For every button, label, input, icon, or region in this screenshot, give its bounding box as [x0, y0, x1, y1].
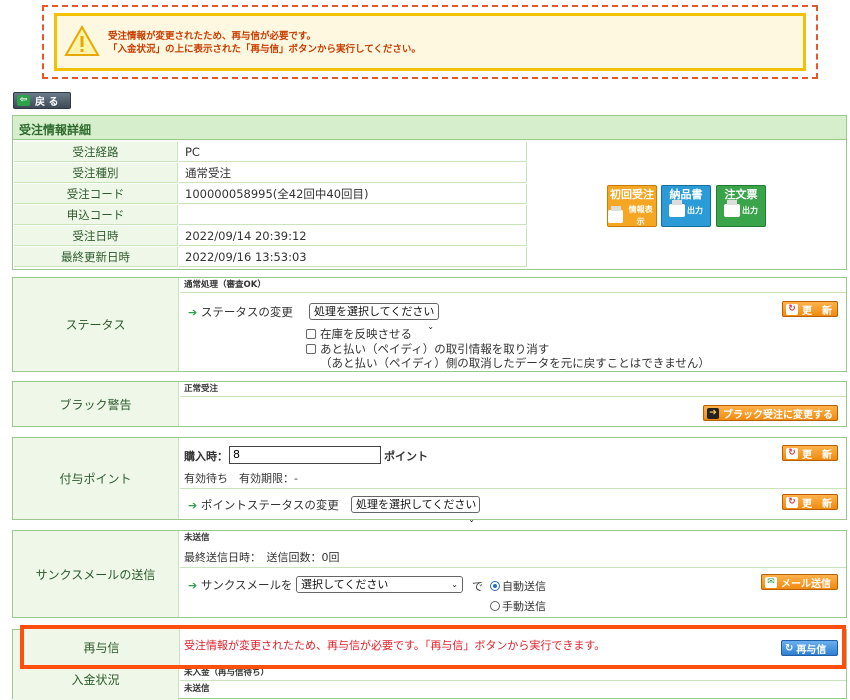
stock-checkbox-row[interactable]: 在庫を反映させる: [306, 326, 412, 342]
thanks-mail-label: サンクスメールの送信: [13, 531, 179, 617]
thanks-de: で: [472, 580, 483, 593]
manual-send-radio[interactable]: [490, 601, 500, 611]
paidy-cancel-note: （あと払い（ペイディ）側の取消したデータを元に戻すことはできません）: [320, 356, 710, 370]
back-button[interactable]: ⇦ 戻 る: [13, 92, 71, 109]
first-order-info-button[interactable]: 初回受注 情報表示: [607, 185, 657, 227]
back-label: 戻 る: [35, 97, 59, 108]
send-mail-button[interactable]: ✉ メール送信: [761, 574, 838, 590]
points-change-label: ポイントステータスの変更: [200, 498, 339, 512]
thanks-send-row: ➔ サンクスメールを: [188, 577, 293, 593]
back-arrow-icon: ⇦: [17, 95, 30, 106]
points-validity: 有効待ち 有効期限：-: [184, 472, 298, 485]
refresh-icon: ↻: [786, 447, 798, 459]
thanks-divider: [180, 567, 846, 568]
refresh-icon: ↻: [786, 303, 798, 315]
status-select-value: 処理を選択してください: [314, 305, 435, 318]
alert-line-2: 「入金状況」の上に表示された「再与信」ボタンから実行してください。: [108, 44, 421, 55]
points-label: 付与ポイント: [13, 438, 179, 519]
row-label-order-code: 受注コード: [14, 184, 178, 204]
first-order-label: 初回受注: [610, 188, 654, 201]
delivery-note-button[interactable]: 納品書 出力: [661, 185, 711, 227]
points-status-select[interactable]: 処理を選択してください ⌄: [351, 496, 480, 524]
row-label-application-code: 申込コード: [14, 205, 178, 225]
payment-sub: 未送信: [184, 684, 210, 694]
thanks-select-value: 選択してください: [301, 578, 389, 591]
delivery-note-sub: 出力: [687, 205, 703, 215]
row-value-updated-date: 2022/09/16 13:53:03: [179, 247, 527, 267]
status-change-label: ステータスの変更: [200, 305, 293, 319]
row-value-type: 通常受注: [179, 163, 527, 183]
resend-highlight: [20, 625, 846, 669]
thanks-last-sent: 最終送信日時： 送信回数：0回: [184, 551, 340, 564]
paidy-cancel-checkbox[interactable]: [306, 344, 316, 354]
stock-checkbox[interactable]: [306, 329, 316, 339]
enter-icon: ➔: [707, 407, 719, 419]
status-label: ステータス: [13, 278, 179, 371]
row-label-route: 受注経路: [14, 142, 178, 162]
alert-line-1: 受注情報が変更されたため、再与信が必要です。: [108, 31, 317, 42]
change-to-black-button[interactable]: ➔ ブラック受注に変更する: [703, 405, 838, 421]
points-update-label: 更 新: [802, 449, 832, 461]
row-value-application-code: [179, 205, 527, 225]
manual-send-option[interactable]: 手動送信: [490, 598, 546, 614]
send-mail-label: メール送信: [781, 578, 831, 590]
points-divider: [180, 488, 846, 489]
purchase-points-input[interactable]: 8: [229, 446, 381, 464]
status-update-label: 更 新: [802, 305, 832, 317]
printer-icon: [724, 200, 740, 217]
points-select-value: 処理を選択してください: [356, 498, 477, 511]
status-update-button[interactable]: ↻ 更 新: [782, 301, 838, 317]
alert-message: 受注情報が変更されたため、再与信が必要です。 「入金状況」の上に表示された「再与…: [108, 30, 421, 56]
row-value-route: PC: [179, 142, 527, 162]
manual-send-label: 手動送信: [502, 600, 546, 613]
green-arrow-icon: ➔: [188, 499, 198, 512]
chevron-down-icon: ⌄: [468, 515, 475, 524]
order-slip-sub: 出力: [742, 205, 758, 215]
first-order-sub: 情報表示: [628, 205, 653, 226]
points-status-row: ➔ ポイントステータスの変更: [188, 497, 339, 513]
order-slip-button[interactable]: 注文票 出力: [716, 185, 766, 227]
refresh-icon: ↻: [786, 496, 798, 508]
order-slip-label: 注文票: [724, 188, 758, 201]
stock-checkbox-label: 在庫を反映させる: [320, 327, 412, 341]
chevron-down-icon: ⌄: [451, 580, 458, 589]
points-status-update-label: 更 新: [802, 498, 832, 510]
row-label-order-date: 受注日時: [14, 226, 178, 246]
auto-send-radio[interactable]: [490, 581, 500, 591]
points-unit: ポイント: [384, 450, 428, 463]
row-label-updated-date: 最終更新日時: [14, 247, 178, 267]
purchase-label: 購入時：: [184, 450, 228, 463]
green-arrow-icon: ➔: [188, 579, 198, 592]
document-icon: [608, 205, 624, 223]
printer-icon: [669, 200, 685, 217]
row-value-order-code: 100000058995(全42回中40回目): [179, 184, 527, 204]
green-arrow-icon: ➔: [188, 306, 198, 319]
row-label-type: 受注種別: [14, 163, 178, 183]
change-to-black-label: ブラック受注に変更する: [723, 409, 833, 421]
paidy-cancel-label: あと払い（ペイディ）の取引情報を取り消す: [320, 342, 550, 356]
warning-icon: [64, 24, 100, 56]
thanks-mail-head: 未送信: [184, 533, 210, 543]
chevron-down-icon: ⌄: [427, 322, 434, 331]
row-value-order-date: 2022/09/14 20:39:12: [179, 226, 527, 246]
thanks-mail-select[interactable]: 選択してください ⌄: [296, 576, 463, 593]
black-warning-label: ブラック警告: [13, 382, 179, 426]
mail-icon: ✉: [765, 576, 777, 588]
status-change-row: ➔ ステータスの変更: [188, 304, 293, 320]
auto-send-option[interactable]: 自動送信: [490, 578, 546, 594]
points-update-button[interactable]: ↻ 更 新: [782, 445, 838, 461]
auto-send-label: 自動送信: [502, 580, 546, 593]
points-status-update-button[interactable]: ↻ 更 新: [782, 494, 838, 510]
black-warning-head: 正常受注: [180, 382, 846, 397]
status-select[interactable]: 処理を選択してください ⌄: [309, 303, 439, 331]
order-detail-title: 受注情報詳細: [13, 116, 846, 140]
status-head: 通常処理（審査OK）: [180, 278, 846, 293]
thanks-send-label: サンクスメールを: [200, 578, 293, 592]
delivery-note-label: 納品書: [669, 188, 703, 201]
